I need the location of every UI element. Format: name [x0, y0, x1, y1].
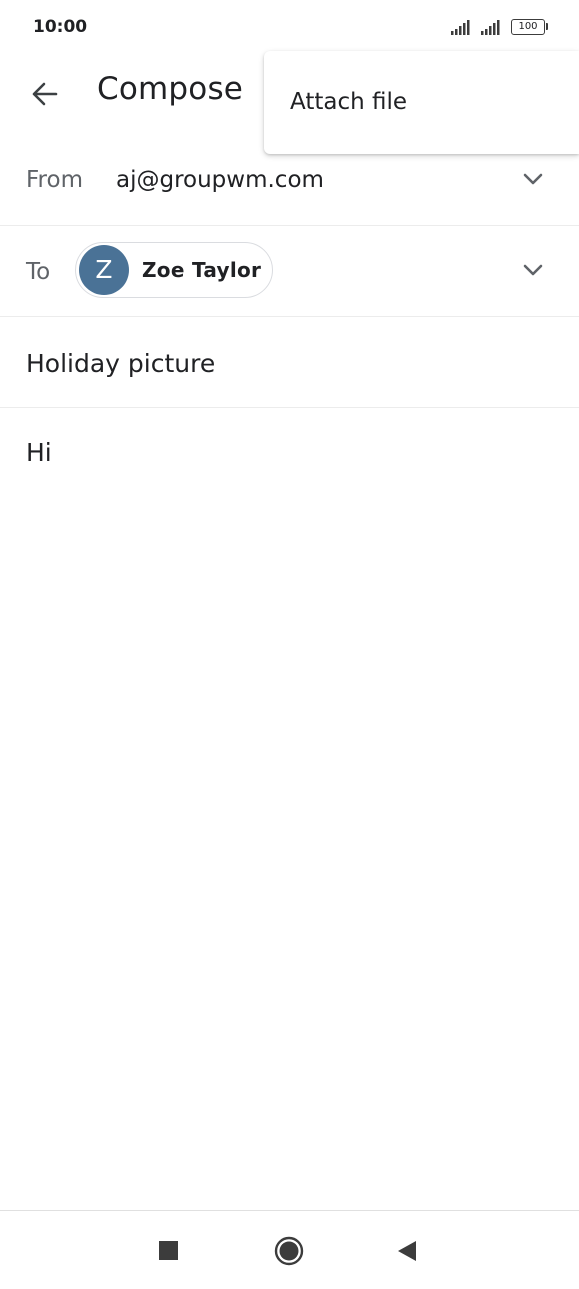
- status-time: 10:00: [33, 17, 88, 37]
- menu-item-attach-file[interactable]: Attach file: [264, 51, 579, 154]
- to-row: To Z Zoe Taylor: [0, 226, 579, 317]
- subject-row: Holiday picture: [0, 317, 579, 408]
- chevron-down-icon: [523, 264, 543, 276]
- recipient-chip[interactable]: Z Zoe Taylor: [75, 242, 273, 298]
- battery-tip: [546, 23, 548, 30]
- recipient-name: Zoe Taylor: [142, 258, 262, 282]
- compose-body-field[interactable]: Hi: [0, 408, 579, 1208]
- arrow-left-icon: [32, 82, 58, 106]
- menu-item-label: Attach file: [290, 89, 408, 115]
- square-recents-icon[interactable]: [149, 1231, 189, 1271]
- body-text: Hi: [26, 438, 52, 467]
- system-nav-bar: [0, 1210, 579, 1289]
- avatar: Z: [79, 245, 129, 295]
- back-button[interactable]: [16, 66, 72, 122]
- battery-level: 100: [511, 19, 545, 35]
- from-label: From: [26, 167, 83, 193]
- to-expand-button[interactable]: [515, 253, 551, 289]
- from-account[interactable]: aj@groupwm.com: [116, 167, 324, 193]
- subject-field[interactable]: Holiday picture: [26, 349, 215, 378]
- circle-home-icon[interactable]: [269, 1231, 309, 1271]
- overflow-menu: Attach file: [264, 51, 579, 154]
- chevron-down-icon: [523, 173, 543, 185]
- from-expand-button[interactable]: [515, 162, 551, 198]
- signal-icon: [451, 20, 470, 35]
- battery-icon: 100: [511, 19, 549, 35]
- status-bar: 10:00 100: [0, 0, 579, 56]
- page-title: Compose: [97, 71, 244, 107]
- signal-icon-2: [481, 20, 500, 35]
- to-label: To: [26, 259, 51, 285]
- triangle-back-icon[interactable]: [387, 1231, 427, 1271]
